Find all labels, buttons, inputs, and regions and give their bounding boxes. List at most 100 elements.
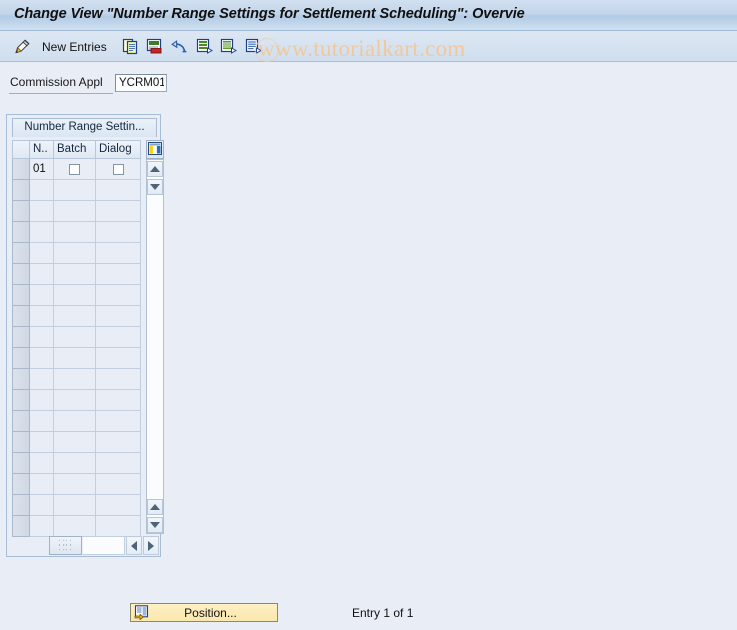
table-row-empty[interactable] <box>12 495 157 516</box>
cell-number[interactable] <box>30 264 54 285</box>
cell-batch-checkbox[interactable] <box>54 201 96 222</box>
table-row-empty[interactable] <box>12 453 157 474</box>
cell-dialog-checkbox[interactable] <box>96 411 141 432</box>
table-row-empty[interactable] <box>12 180 157 201</box>
row-select-button[interactable] <box>12 243 30 264</box>
cell-dialog-checkbox[interactable] <box>96 474 141 495</box>
horizontal-scroll-track[interactable] <box>83 536 125 555</box>
cell-number[interactable] <box>30 453 54 474</box>
column-header-dialog[interactable]: Dialog <box>96 140 141 159</box>
cell-number[interactable] <box>30 327 54 348</box>
scroll-page-up-icon[interactable] <box>147 499 163 515</box>
cell-batch-checkbox[interactable] <box>54 369 96 390</box>
cell-dialog-checkbox[interactable] <box>96 369 141 390</box>
cell-batch-checkbox[interactable] <box>54 222 96 243</box>
scroll-down-icon[interactable] <box>147 179 163 195</box>
cell-number[interactable] <box>30 243 54 264</box>
cell-dialog-checkbox[interactable] <box>96 243 141 264</box>
cell-dialog-checkbox[interactable] <box>96 327 141 348</box>
change-document-button[interactable] <box>9 35 35 58</box>
commission-appl-input[interactable] <box>115 74 167 92</box>
row-select-button[interactable] <box>12 264 30 285</box>
table-row-empty[interactable] <box>12 201 157 222</box>
cell-dialog-checkbox[interactable] <box>96 306 141 327</box>
cell-number[interactable] <box>30 222 54 243</box>
checkbox[interactable] <box>69 163 80 175</box>
cell-number[interactable] <box>30 348 54 369</box>
cell-dialog-checkbox[interactable] <box>96 201 141 222</box>
table-row-empty[interactable] <box>12 369 157 390</box>
row-select-button[interactable] <box>12 432 30 453</box>
scroll-page-down-icon[interactable] <box>147 517 163 533</box>
row-select-button[interactable] <box>12 474 30 495</box>
cell-number[interactable] <box>30 306 54 327</box>
table-row-empty[interactable] <box>12 285 157 306</box>
row-select-button[interactable] <box>12 453 30 474</box>
cell-batch-checkbox[interactable] <box>54 243 96 264</box>
undo-icon-button[interactable] <box>169 35 189 58</box>
row-select-button[interactable] <box>12 390 30 411</box>
cell-number[interactable] <box>30 495 54 516</box>
cell-number[interactable] <box>30 516 54 537</box>
vertical-scrollbar[interactable] <box>146 159 164 534</box>
row-select-button[interactable] <box>12 348 30 369</box>
checkbox[interactable] <box>112 163 124 175</box>
cell-batch-checkbox[interactable] <box>54 390 96 411</box>
cell-batch-checkbox[interactable] <box>54 495 96 516</box>
cell-number[interactable] <box>30 201 54 222</box>
table-row[interactable]: 01 <box>12 159 157 180</box>
cell-batch-checkbox[interactable] <box>54 306 96 327</box>
cell-number[interactable]: 01 <box>30 159 54 180</box>
cell-dialog-checkbox[interactable] <box>96 159 141 180</box>
cell-batch-checkbox[interactable] <box>54 348 96 369</box>
cell-batch-checkbox[interactable] <box>54 264 96 285</box>
row-select-button[interactable] <box>12 516 30 537</box>
table-row-empty[interactable] <box>12 516 157 537</box>
row-select-button[interactable] <box>12 222 30 243</box>
cell-batch-checkbox[interactable] <box>54 411 96 432</box>
grid-config-button[interactable] <box>146 140 164 159</box>
cell-dialog-checkbox[interactable] <box>96 180 141 201</box>
cell-batch-checkbox[interactable] <box>54 180 96 201</box>
table-row-empty[interactable] <box>12 264 157 285</box>
table-row-empty[interactable] <box>12 222 157 243</box>
table-row-empty[interactable] <box>12 243 157 264</box>
column-header-number[interactable]: N.. <box>30 140 54 159</box>
select-block-icon-button[interactable] <box>243 35 263 58</box>
horizontal-scroll-grip-icon[interactable]: ⸬⸬ ⸬⸬ <box>49 536 82 555</box>
cell-dialog-checkbox[interactable] <box>96 264 141 285</box>
cell-number[interactable] <box>30 411 54 432</box>
row-select-button[interactable] <box>12 327 30 348</box>
delete-icon-button[interactable] <box>144 35 164 58</box>
cell-batch-checkbox[interactable] <box>54 285 96 306</box>
table-row-empty[interactable] <box>12 474 157 495</box>
cell-dialog-checkbox[interactable] <box>96 222 141 243</box>
column-header-select[interactable] <box>12 140 30 159</box>
cell-dialog-checkbox[interactable] <box>96 285 141 306</box>
row-select-button[interactable] <box>12 285 30 306</box>
table-row-empty[interactable] <box>12 432 157 453</box>
scroll-right-icon[interactable] <box>143 536 159 555</box>
row-select-button[interactable] <box>12 495 30 516</box>
cell-batch-checkbox[interactable] <box>54 159 96 180</box>
scroll-up-icon[interactable] <box>147 161 163 177</box>
cell-batch-checkbox[interactable] <box>54 516 96 537</box>
deselect-all-icon-button[interactable] <box>218 35 238 58</box>
new-entries-button[interactable]: New Entries <box>38 35 111 58</box>
cell-dialog-checkbox[interactable] <box>96 432 141 453</box>
cell-number[interactable] <box>30 432 54 453</box>
cell-number[interactable] <box>30 369 54 390</box>
table-row-empty[interactable] <box>12 390 157 411</box>
scroll-left-icon[interactable] <box>126 536 142 555</box>
column-header-batch[interactable]: Batch <box>54 140 96 159</box>
cell-batch-checkbox[interactable] <box>54 474 96 495</box>
cell-number[interactable] <box>30 285 54 306</box>
row-select-button[interactable] <box>12 180 30 201</box>
table-row-empty[interactable] <box>12 348 157 369</box>
row-select-button[interactable] <box>12 159 30 180</box>
cell-number[interactable] <box>30 390 54 411</box>
row-select-button[interactable] <box>12 369 30 390</box>
cell-dialog-checkbox[interactable] <box>96 390 141 411</box>
cell-batch-checkbox[interactable] <box>54 432 96 453</box>
table-row-empty[interactable] <box>12 411 157 432</box>
